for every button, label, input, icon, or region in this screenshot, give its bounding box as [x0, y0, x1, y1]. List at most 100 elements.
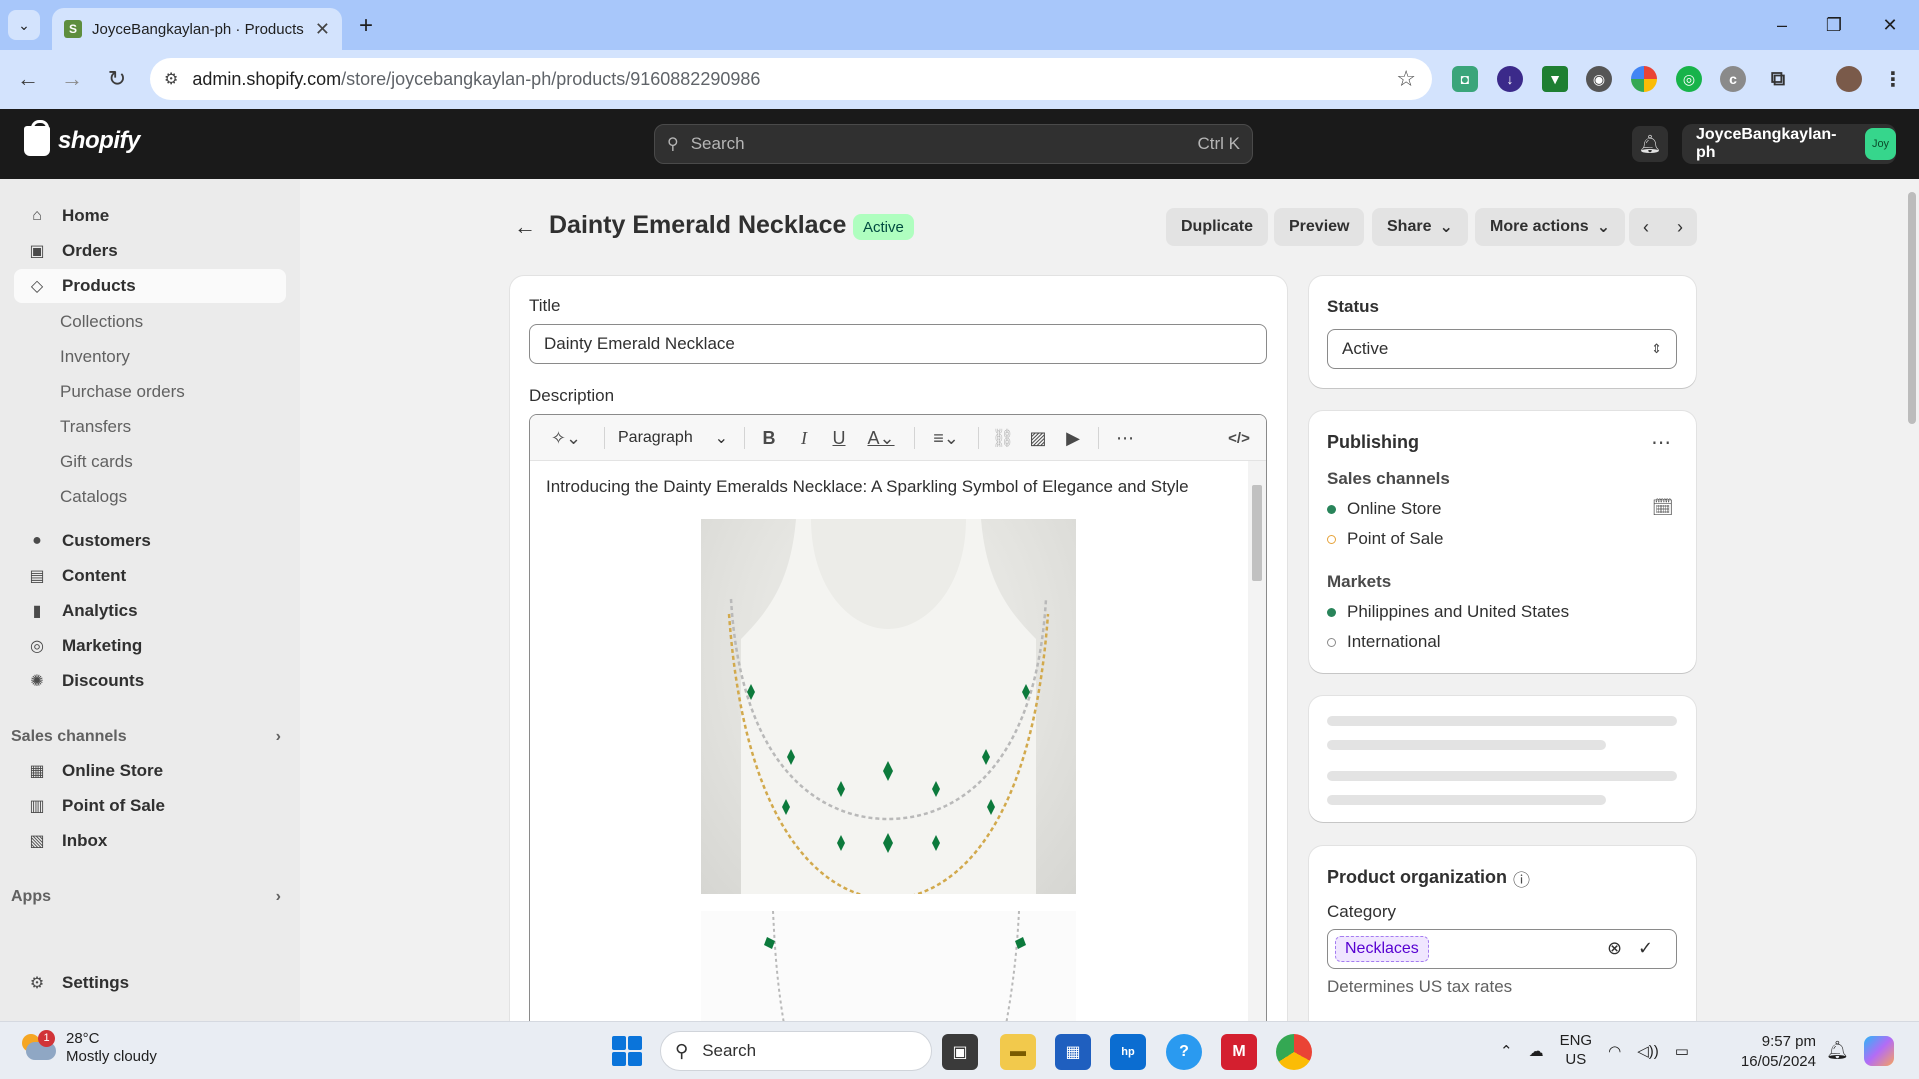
tab-search-button[interactable]: ⌄: [8, 10, 40, 40]
chevron-up-icon[interactable]: ⌃: [1500, 1042, 1513, 1060]
next-product-button[interactable]: ›: [1663, 208, 1697, 246]
volume-icon[interactable]: ◁)): [1637, 1042, 1659, 1060]
close-window-button[interactable]: ✕: [1870, 10, 1910, 40]
editor-scroll-thumb[interactable]: [1252, 485, 1262, 581]
publishing-more-icon[interactable]: ⋯: [1651, 430, 1671, 455]
help-icon[interactable]: ?: [1166, 1034, 1202, 1070]
store-switcher[interactable]: JoyceBangkaylan-ph Joy: [1682, 124, 1896, 164]
bold-icon[interactable]: B: [756, 425, 782, 451]
title-input[interactable]: Dainty Emerald Necklace: [529, 324, 1267, 364]
chrome-icon[interactable]: [1276, 1034, 1312, 1070]
status-select[interactable]: Active ⇕: [1327, 329, 1677, 369]
code-view-icon[interactable]: </>: [1224, 425, 1254, 451]
back-arrow-icon[interactable]: ←: [514, 214, 536, 240]
browser-menu-icon[interactable]: ⋮: [1880, 66, 1906, 92]
image-icon[interactable]: ▨: [1025, 425, 1051, 451]
copilot-icon[interactable]: [1864, 1036, 1894, 1066]
task-view-icon[interactable]: ▣: [942, 1034, 978, 1070]
shopify-logo[interactable]: shopify: [24, 120, 140, 156]
browser-tab[interactable]: S JoyceBangkaylan-ph · Products ✕: [52, 8, 342, 50]
paragraph-format-select[interactable]: Paragraph ⌄: [618, 425, 728, 451]
more-formatting-icon[interactable]: ⋯: [1110, 425, 1140, 451]
sidebar-item-home[interactable]: ⌂ Home: [14, 199, 286, 233]
clock[interactable]: 9:57 pm 16/05/2024: [1726, 1032, 1816, 1073]
info-icon[interactable]: ⓘ: [1513, 866, 1530, 891]
file-explorer-icon[interactable]: ▬: [1000, 1034, 1036, 1070]
extension-5-icon[interactable]: [1631, 66, 1657, 92]
minimize-button[interactable]: –: [1762, 10, 1802, 40]
text-color-icon[interactable]: A⌄: [861, 425, 901, 451]
sidebar-item-products[interactable]: ◇ Products: [14, 269, 286, 303]
sidebar-sub-gift-cards[interactable]: Gift cards: [60, 452, 133, 472]
page-scroll-thumb[interactable]: [1908, 192, 1916, 424]
bookmark-star-icon[interactable]: ☆: [1396, 66, 1416, 92]
myhp-icon[interactable]: hp: [1110, 1034, 1146, 1070]
clear-category-icon[interactable]: ⊗: [1607, 938, 1622, 959]
notification-bell-icon[interactable]: 🔔︎: [1826, 1040, 1849, 1061]
apps-heading[interactable]: Apps ›: [11, 888, 281, 906]
video-icon[interactable]: ▶: [1060, 425, 1086, 451]
forward-button[interactable]: →: [56, 63, 88, 95]
channel-point-of-sale: Point of Sale: [1327, 529, 1443, 549]
italic-icon[interactable]: I: [791, 425, 817, 451]
necklace-image-1[interactable]: [701, 519, 1076, 894]
extensions-puzzle-icon[interactable]: ⧉: [1765, 66, 1791, 92]
ai-magic-icon[interactable]: ✧⌄: [544, 425, 588, 451]
extension-1-icon[interactable]: ◘: [1452, 66, 1478, 92]
sidebar-item-online-store[interactable]: ▦ Online Store: [14, 754, 286, 788]
taskbar-search[interactable]: ⚲ Search: [660, 1031, 932, 1071]
extension-download-icon[interactable]: ↓: [1497, 66, 1523, 92]
editor-content[interactable]: Introducing the Dainty Emeralds Necklace…: [530, 461, 1248, 1035]
extension-4-icon[interactable]: ◉: [1586, 66, 1612, 92]
onedrive-icon[interactable]: ☁: [1529, 1042, 1544, 1060]
weather-widget[interactable]: 1 28°C Mostly cloudy: [20, 1029, 157, 1065]
address-bar[interactable]: ⚙ admin.shopify.com/store/joycebangkayla…: [150, 58, 1432, 100]
sidebar-item-customers[interactable]: ● Customers: [14, 524, 286, 558]
sidebar-item-analytics[interactable]: ▮ Analytics: [14, 594, 286, 628]
duplicate-button[interactable]: Duplicate: [1166, 208, 1269, 246]
description-editor[interactable]: ✧⌄ Paragraph ⌄ B I U A⌄ ≡⌄ ⛓ ▨ ▶ ⋯ </> In…: [529, 414, 1267, 1036]
sidebar-item-content[interactable]: ▤ Content: [14, 559, 286, 593]
sidebar-item-inbox[interactable]: ▧ Inbox: [14, 824, 286, 858]
underline-icon[interactable]: U: [826, 425, 852, 451]
sidebar-sub-transfers[interactable]: Transfers: [60, 417, 131, 437]
extension-7-icon[interactable]: c: [1720, 66, 1746, 92]
mcafee-icon[interactable]: M: [1221, 1034, 1257, 1070]
reload-button[interactable]: ↻: [101, 63, 133, 95]
microsoft-store-icon[interactable]: ▦: [1055, 1034, 1091, 1070]
align-icon[interactable]: ≡⌄: [926, 425, 966, 451]
language-indicator[interactable]: ENG US: [1560, 1032, 1593, 1070]
wifi-icon[interactable]: ◠: [1608, 1042, 1621, 1060]
extension-grammarly-icon[interactable]: ◎: [1676, 66, 1702, 92]
sidebar-sub-collections[interactable]: Collections: [60, 312, 143, 332]
sidebar-item-orders[interactable]: ▣ Orders: [14, 234, 286, 268]
link-icon[interactable]: ⛓: [990, 425, 1016, 451]
share-button[interactable]: Share ⌄: [1372, 208, 1468, 246]
more-actions-button[interactable]: More actions ⌄: [1475, 208, 1626, 246]
sidebar-item-marketing[interactable]: ◎ Marketing: [14, 629, 286, 663]
sidebar-sub-inventory[interactable]: Inventory: [60, 347, 130, 367]
battery-icon[interactable]: ▭: [1675, 1042, 1689, 1060]
sales-channels-heading[interactable]: Sales channels ›: [11, 728, 281, 746]
sidebar-sub-purchase-orders[interactable]: Purchase orders: [60, 382, 185, 402]
sidebar-item-discounts[interactable]: ✺ Discounts: [14, 664, 286, 698]
new-tab-button[interactable]: +: [352, 12, 380, 40]
preview-button[interactable]: Preview: [1274, 208, 1365, 246]
extension-3-icon[interactable]: ▼: [1542, 66, 1568, 92]
back-button[interactable]: ←: [12, 63, 44, 95]
sidebar-sub-catalogs[interactable]: Catalogs: [60, 487, 127, 507]
profile-avatar[interactable]: [1836, 66, 1862, 92]
notifications-bell-icon[interactable]: 🔔︎: [1632, 126, 1668, 162]
sidebar-item-settings[interactable]: ⚙ Settings: [14, 966, 286, 1000]
windows-start-icon[interactable]: [612, 1036, 642, 1066]
schedule-calendar-icon[interactable]: 🗓︎: [1652, 498, 1674, 518]
sidebar-item-point-of-sale[interactable]: ▥ Point of Sale: [14, 789, 286, 823]
site-info-icon[interactable]: ⚙: [164, 69, 178, 89]
category-tag[interactable]: Necklaces: [1335, 936, 1429, 962]
necklace-image-2[interactable]: [701, 910, 1076, 1035]
confirm-category-icon[interactable]: ✓: [1638, 938, 1653, 959]
tab-close-icon[interactable]: ✕: [315, 19, 330, 40]
restore-button[interactable]: ❐: [1814, 10, 1854, 40]
admin-search-input[interactable]: ⚲ Search Ctrl K: [654, 124, 1253, 164]
previous-product-button[interactable]: ‹: [1629, 208, 1663, 246]
